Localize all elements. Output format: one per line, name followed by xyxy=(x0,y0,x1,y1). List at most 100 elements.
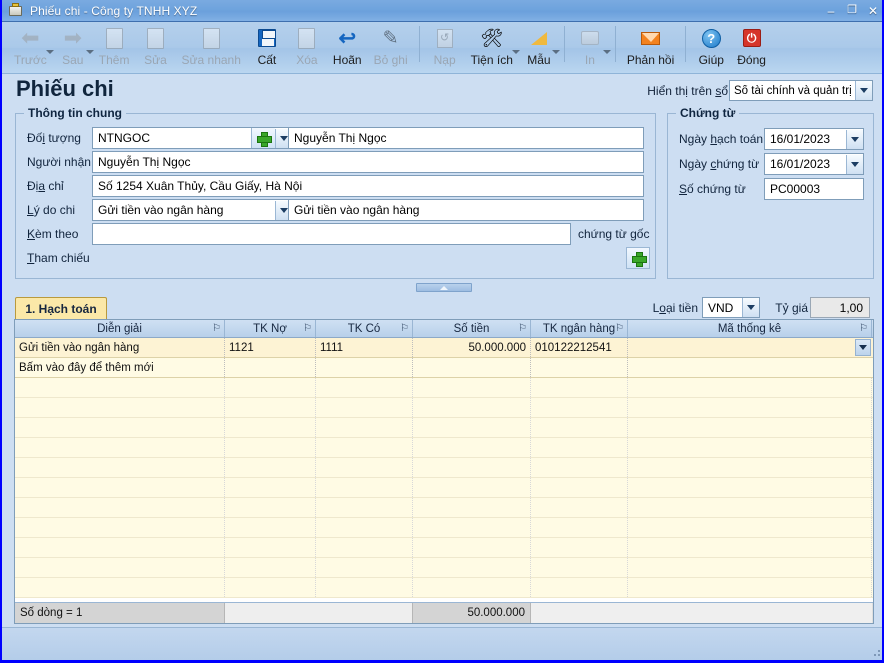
grid-empty-row[interactable] xyxy=(15,458,873,478)
table-cell[interactable]: Gửi tiền vào ngân hàng xyxy=(15,338,225,357)
toolbar-button-tien-ich[interactable]: 🛠 Tiện ích xyxy=(465,22,520,72)
table-cell[interactable] xyxy=(628,338,872,357)
unpost-icon: ✎ xyxy=(382,27,399,49)
add-object-button[interactable] xyxy=(251,128,275,148)
toolbar-button-sau[interactable]: ➡ Sau xyxy=(53,22,94,72)
pin-icon[interactable]: ⚐ xyxy=(615,323,624,334)
add-new-row[interactable]: Bấm vào đây để thêm mới xyxy=(15,358,873,378)
toolbar-button-nap[interactable]: ↺ Nạp xyxy=(425,22,465,72)
ngay-chung-tu-input[interactable]: 16/01/2023 xyxy=(764,153,864,175)
grid-empty-row[interactable] xyxy=(15,438,873,458)
kem-theo-input[interactable] xyxy=(92,223,571,245)
toolbar-button-sua[interactable]: Sửa xyxy=(135,22,175,72)
grid-empty-row[interactable] xyxy=(15,578,873,598)
add-new-row-hint[interactable]: Bấm vào đây để thêm mới xyxy=(15,358,225,377)
grid-empty-row[interactable] xyxy=(15,558,873,578)
toolbar-button-bo-ghi[interactable]: ✎ Bỏ ghi xyxy=(368,22,414,72)
tab-hach-toan[interactable]: 1. Hạch toán xyxy=(15,297,107,319)
grid-empty-cell xyxy=(316,398,413,417)
table-row[interactable]: Gửi tiền vào ngân hàng 1121 1111 50.000.000… xyxy=(15,338,873,358)
toolbar-button-sua-nhanh[interactable]: Sửa nhanh xyxy=(175,22,246,72)
save-icon xyxy=(254,25,280,51)
toolbar-label: Đóng xyxy=(737,53,766,67)
so-chung-tu-input[interactable]: PC00003 xyxy=(764,178,864,200)
grid-empty-row[interactable] xyxy=(15,418,873,438)
table-cell[interactable]: 010122212541 xyxy=(531,338,628,357)
grid-empty-cell xyxy=(413,378,531,397)
grid-empty-row[interactable] xyxy=(15,538,873,558)
doi-tuong-input[interactable]: NTNGOC xyxy=(92,127,293,149)
table-cell[interactable] xyxy=(225,358,316,377)
pin-icon[interactable]: ⚐ xyxy=(400,323,409,334)
close-icon[interactable]: ✕ xyxy=(864,2,882,19)
ly-do-chi-code: Gửi tiền vào ngân hàng xyxy=(98,203,224,217)
resize-grip-icon[interactable] xyxy=(870,646,882,658)
grid-empty-cell xyxy=(531,398,628,417)
toolbar-button-giup[interactable]: ? Giúp xyxy=(691,22,731,72)
grid-empty-cell xyxy=(531,478,628,497)
grid-empty-row[interactable] xyxy=(15,378,873,398)
ly-do-chi-name-input[interactable]: Gửi tiền vào ngân hàng xyxy=(288,199,644,221)
toolbar-button-dong[interactable]: ⏻ Đóng xyxy=(731,22,772,72)
chevron-down-icon[interactable] xyxy=(855,81,872,100)
grid-empty-row[interactable] xyxy=(15,518,873,538)
dia-chi-input[interactable]: Số 1254 Xuân Thủy, Cầu Giấy, Hà Nội xyxy=(92,175,644,197)
grid-empty-cell xyxy=(628,398,872,417)
grid-empty-row[interactable] xyxy=(15,398,873,418)
pin-icon[interactable]: ⚐ xyxy=(859,323,868,334)
toolbar-button-xoa[interactable]: Xóa xyxy=(287,22,327,72)
minimize-icon[interactable]: – xyxy=(822,2,840,19)
grid-empty-row[interactable] xyxy=(15,478,873,498)
label-ty-gia: Tỷ giá xyxy=(775,301,808,315)
grid-footer-row: Số dòng = 1 50.000.000 xyxy=(15,602,873,623)
toolbar-button-truoc[interactable]: ⬅ Trước xyxy=(8,22,54,72)
pin-icon[interactable]: ⚐ xyxy=(303,323,312,334)
table-cell[interactable]: 50.000.000 xyxy=(413,338,531,357)
table-cell[interactable]: 1121 xyxy=(225,338,316,357)
grid-column-header[interactable]: Số tiền ⚐ xyxy=(413,320,531,337)
toolbar-button-phan-hoi[interactable]: Phản hồi xyxy=(621,22,680,72)
toolbar-button-them[interactable]: Thêm xyxy=(93,22,136,72)
label-ngay-hach-toan: Ngày hạch toán xyxy=(679,132,764,146)
chevron-down-icon[interactable] xyxy=(846,129,863,149)
grid-column-header[interactable]: TK ngân hàng ⚐ xyxy=(531,320,628,337)
arrow-left-icon: ⬅ xyxy=(21,25,40,50)
grid-column-header[interactable]: TK Nợ ⚐ xyxy=(225,320,316,337)
toolbar-button-hoan[interactable]: ↩ Hoãn xyxy=(327,22,368,72)
table-cell[interactable] xyxy=(413,358,531,377)
grid-empty-cell xyxy=(531,538,628,557)
display-book-select[interactable]: Sổ tài chính và quản trị xyxy=(729,80,873,101)
grid-column-header[interactable]: Diễn giải ⚐ xyxy=(15,320,225,337)
ly-do-chi-select[interactable]: Gửi tiền vào ngân hàng xyxy=(92,199,293,221)
grid-empty-cell xyxy=(413,458,531,477)
toolbar-button-in[interactable]: In xyxy=(570,22,611,72)
label-nguoi-nhan: Người nhận xyxy=(27,155,91,169)
grid-column-header[interactable]: Mã thống kê ⚐ xyxy=(628,320,872,337)
grid-empty-cell xyxy=(15,518,225,537)
table-cell[interactable] xyxy=(316,358,413,377)
grid-column-header[interactable]: TK Có ⚐ xyxy=(316,320,413,337)
loai-tien-select[interactable]: VND xyxy=(702,297,760,318)
add-reference-button[interactable] xyxy=(626,247,650,269)
doi-tuong-name-input[interactable]: Nguyễn Thị Ngọc xyxy=(288,127,644,149)
toolbar-separator xyxy=(614,26,616,62)
table-cell[interactable]: 1111 xyxy=(316,338,413,357)
pin-icon[interactable]: ⚐ xyxy=(518,323,527,334)
pin-icon[interactable]: ⚐ xyxy=(212,323,221,334)
table-cell[interactable] xyxy=(531,358,628,377)
chevron-down-icon[interactable] xyxy=(855,339,871,356)
chevron-down-icon[interactable] xyxy=(602,50,611,54)
maximize-icon[interactable]: ❐ xyxy=(843,2,861,19)
table-cell[interactable] xyxy=(628,358,872,377)
ngay-hach-toan-input[interactable]: 16/01/2023 xyxy=(764,128,864,150)
toolbar-button-cat[interactable]: Cất xyxy=(247,22,287,72)
nguoi-nhan-input[interactable]: Nguyễn Thị Ngọc xyxy=(92,151,644,173)
panel-splitter-handle[interactable] xyxy=(416,283,472,292)
chevron-down-icon[interactable] xyxy=(742,298,759,317)
toolbar-button-mau[interactable]: Mẫu xyxy=(519,22,560,72)
toolbar-label: Thêm xyxy=(98,53,130,67)
mail-icon xyxy=(638,25,664,51)
chevron-down-icon[interactable] xyxy=(846,154,863,174)
chevron-down-icon[interactable] xyxy=(551,50,560,54)
grid-empty-row[interactable] xyxy=(15,498,873,518)
